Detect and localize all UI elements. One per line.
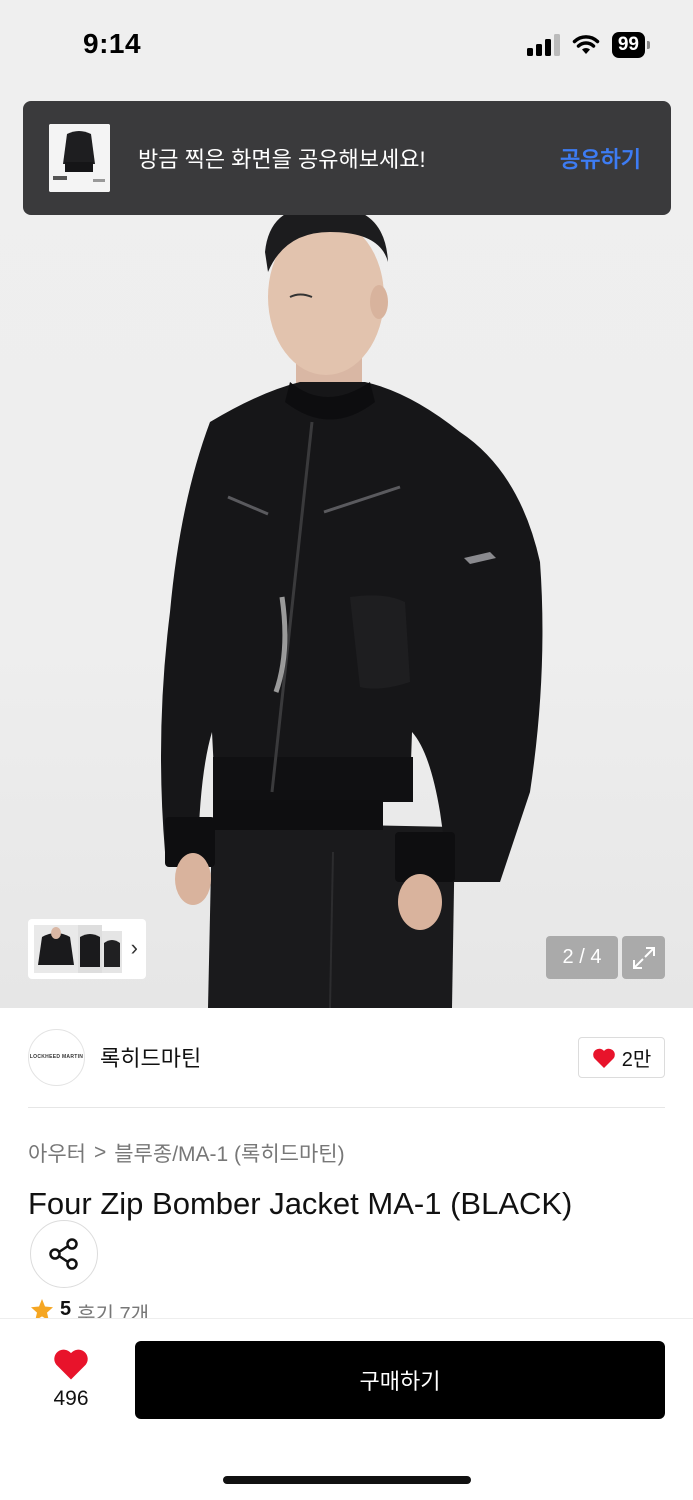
brand-name[interactable]: 록히드마틴 <box>100 1041 201 1073</box>
share-action-button[interactable]: 공유하기 <box>560 142 641 174</box>
product-title: Four Zip Bomber Jacket MA-1 (BLACK) <box>28 1186 573 1221</box>
image-page-indicator: 2 / 4 <box>546 936 618 979</box>
breadcrumb-category[interactable]: 아우터 <box>28 1138 86 1168</box>
share-icon <box>49 1238 78 1270</box>
heart-icon <box>592 1048 615 1068</box>
breadcrumb-separator: > <box>93 1141 107 1164</box>
chevron-right-icon: › <box>130 935 138 960</box>
cellular-signal-icon <box>526 34 560 56</box>
star-icon <box>31 1299 53 1320</box>
bottom-action-bar: 496 구매하기 <box>0 1318 693 1500</box>
breadcrumb-subcategory[interactable]: 블루종/MA-1 (록히드마틴) <box>114 1138 344 1168</box>
wifi-icon <box>572 35 600 54</box>
product-like-button[interactable]: 496 <box>36 1347 106 1411</box>
status-time: 9:14 <box>83 28 142 59</box>
breadcrumb: 아우터 > 블루종/MA-1 (록히드마틴) <box>28 1138 345 1168</box>
brand-row[interactable]: LOCKHEED MARTIN 록히드마틴 2만 <box>28 1028 665 1086</box>
expand-icon <box>632 946 655 969</box>
share-button[interactable] <box>30 1220 98 1288</box>
review-count[interactable]: 후기 7개 <box>77 1298 149 1320</box>
product-image[interactable] <box>0 92 693 1008</box>
home-indicator[interactable] <box>223 1476 471 1484</box>
brand-like-button[interactable]: 2만 <box>578 1037 665 1078</box>
image-thumbnail-strip[interactable]: › <box>28 919 146 979</box>
divider <box>28 1107 665 1108</box>
share-toast: 방금 찍은 화면을 공유해보세요! 공유하기 <box>23 101 671 215</box>
toast-message: 방금 찍은 화면을 공유해보세요! <box>138 147 426 172</box>
brand-like-count: 2만 <box>621 1049 652 1071</box>
screenshot-thumbnail[interactable] <box>49 124 110 192</box>
status-icons: 99 <box>526 32 651 58</box>
thumbnail-images <box>34 925 122 973</box>
expand-image-button[interactable] <box>622 936 665 979</box>
battery-icon: 99 <box>611 32 651 58</box>
buy-button[interactable]: 구매하기 <box>135 1341 665 1419</box>
status-bar: 9:14 99 <box>0 0 693 92</box>
rating-row[interactable]: 5 후기 7개 <box>30 1298 149 1320</box>
brand-logo[interactable]: LOCKHEED MARTIN <box>28 1028 85 1086</box>
product-like-count: 496 <box>53 1387 89 1410</box>
rating-score: 5 <box>60 1298 72 1320</box>
model-photo <box>161 206 543 1008</box>
heart-icon <box>54 1349 88 1380</box>
